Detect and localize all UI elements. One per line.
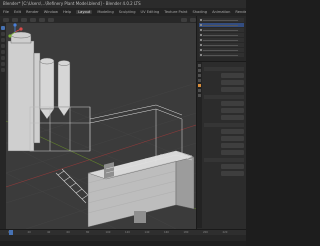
object-tab-icon[interactable] [198, 84, 201, 87]
timeline-tick-label: 160 [164, 231, 169, 234]
property-field[interactable] [204, 87, 244, 92]
property-field[interactable] [204, 150, 244, 155]
right-sidebar [196, 16, 246, 229]
timeline-controls [0, 241, 246, 246]
menu-item-modeling[interactable]: Modeling [97, 10, 113, 14]
add-menu-button[interactable] [39, 17, 45, 22]
panel-header[interactable] [204, 95, 244, 99]
viewport-header [0, 16, 196, 23]
menu-item-shading[interactable]: Shading [192, 10, 207, 14]
timeline-tick-label: 140 [144, 231, 150, 234]
move-tool-icon[interactable] [1, 38, 5, 42]
panel-header[interactable] [204, 67, 244, 71]
outliner-row[interactable] [199, 28, 244, 32]
outliner-row[interactable] [199, 18, 244, 22]
panel-header[interactable] [204, 123, 244, 127]
scale-tool-icon[interactable] [1, 50, 5, 54]
outliner [197, 16, 246, 62]
property-field[interactable] [204, 171, 244, 176]
menu-item-rendering[interactable]: Rendering [235, 10, 246, 14]
timeline-tick-label: 180 [183, 231, 189, 234]
scene-model [6, 31, 196, 229]
menu-item-texture-paint[interactable]: Texture Paint [164, 10, 187, 14]
select-menu-button[interactable] [30, 17, 36, 22]
outliner-row[interactable] [199, 23, 244, 27]
storage-tanks [39, 57, 71, 120]
cursor-tool-icon[interactable] [1, 32, 5, 36]
select-tool-icon[interactable] [1, 26, 5, 30]
timeline-tick-label: 100 [105, 231, 111, 234]
outliner-row[interactable] [199, 43, 244, 47]
menu-item-help[interactable]: Help [63, 10, 71, 14]
staircase [55, 168, 93, 204]
tool-tab-icon[interactable] [198, 64, 201, 67]
timeline-tick-label: 120 [125, 231, 130, 234]
silo-tower [7, 31, 41, 152]
property-field[interactable] [204, 143, 244, 148]
navigation-gizmo-icon[interactable] [6, 23, 24, 41]
timeline-tick-label: 80 [86, 231, 90, 234]
property-field[interactable] [204, 115, 244, 120]
rotate-tool-icon[interactable] [1, 44, 5, 48]
timeline[interactable]: 020406080100120140160180200220 [0, 229, 246, 246]
object-menu-button[interactable] [48, 17, 54, 22]
outliner-row[interactable] [199, 38, 244, 42]
playhead[interactable] [9, 230, 13, 235]
timeline-ruler[interactable]: 020406080100120140160180200220 [0, 230, 246, 235]
annotate-tool-icon[interactable] [1, 62, 5, 66]
property-field[interactable] [204, 73, 244, 78]
render-tab-icon[interactable] [198, 69, 201, 72]
timeline-tick-label: 20 [27, 231, 31, 234]
editor-type-button[interactable] [3, 17, 9, 22]
properties-body [202, 62, 246, 228]
outliner-row[interactable] [199, 48, 244, 52]
menu-item-animation[interactable]: Animation [212, 10, 230, 14]
menu-item-sculpting[interactable]: Sculpting [119, 10, 136, 14]
property-field[interactable] [204, 136, 244, 141]
output-tab-icon[interactable] [198, 74, 201, 77]
3d-viewport[interactable] [6, 23, 196, 229]
menu-item-edit[interactable]: Edit [14, 10, 21, 14]
panel-header[interactable] [204, 158, 244, 162]
scene-tab-icon[interactable] [198, 79, 201, 82]
outliner-row[interactable] [199, 33, 244, 37]
menu-item-window[interactable]: Window [44, 10, 58, 14]
outliner-row[interactable] [199, 53, 244, 57]
menu-bar: File Edit Render Window Help Layout Modeling Sc… [0, 8, 246, 16]
material-tab-icon[interactable] [198, 94, 201, 97]
mode-select-button[interactable] [12, 17, 18, 22]
modifier-tab-icon[interactable] [198, 89, 201, 92]
property-field[interactable] [204, 129, 244, 134]
timeline-tick-label: 220 [222, 231, 228, 234]
properties-editor [197, 62, 246, 228]
window-title: Blender* [C:\Users\...\Refinery Plant Mo… [0, 0, 246, 8]
timeline-tick-label: 60 [66, 231, 70, 234]
menu-item-uv-editing[interactable]: UV Editing [141, 10, 160, 14]
transform-tool-icon[interactable] [1, 56, 5, 60]
property-field[interactable] [204, 80, 244, 85]
menu-item-layout[interactable]: Layout [76, 10, 93, 14]
brick-building [87, 150, 195, 228]
measure-tool-icon[interactable] [1, 68, 5, 72]
menu-item-file[interactable]: File [3, 10, 9, 14]
property-field[interactable] [204, 108, 244, 113]
timeline-tick-label: 40 [47, 231, 51, 234]
property-field[interactable] [204, 101, 244, 106]
overlay-toggle-button[interactable] [181, 17, 187, 22]
timeline-tick-label: 200 [203, 231, 208, 234]
property-field[interactable] [204, 164, 244, 169]
view-menu-button[interactable] [21, 17, 27, 22]
menu-item-render[interactable]: Render [26, 10, 39, 14]
